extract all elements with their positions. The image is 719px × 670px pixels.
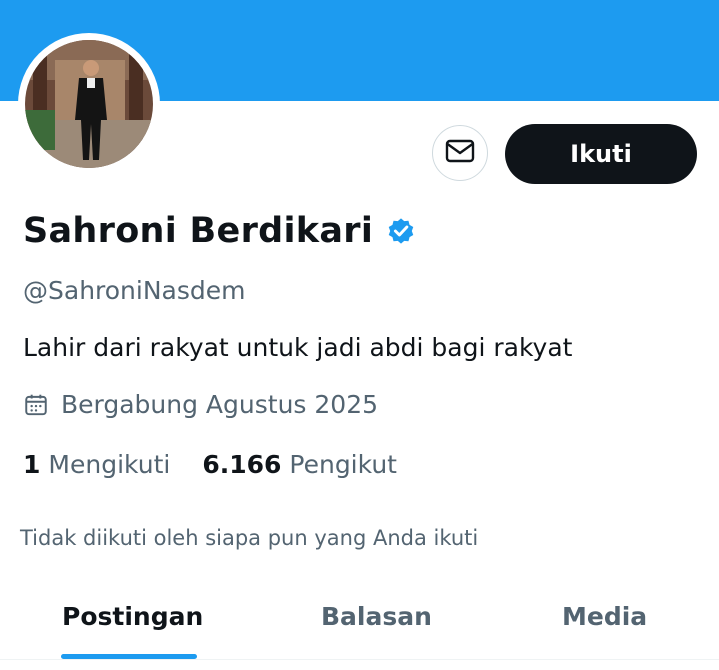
profile-bio: Lahir dari rakyat untuk jadi abdi bagi r… [23, 333, 573, 362]
tab-media[interactable]: Media [562, 602, 647, 631]
user-handle: @SahroniNasdem [23, 276, 246, 305]
following-count: 1 [23, 450, 41, 479]
join-date-text: Bergabung Agustus 2025 [61, 390, 379, 419]
tab-replies[interactable]: Balasan [321, 602, 432, 631]
mutual-followers-text: Tidak diikuti oleh siapa pun yang Anda i… [20, 526, 479, 550]
followers-label: Pengikut [289, 450, 397, 479]
following-label: Mengikuti [48, 450, 171, 479]
follow-button-label: Ikuti [570, 140, 632, 168]
tab-divider [0, 659, 719, 660]
follow-button[interactable]: Ikuti [505, 124, 697, 184]
message-button[interactable] [432, 125, 488, 181]
followers-link[interactable]: 6.166 Pengikut [202, 450, 397, 479]
verified-badge-icon[interactable] [385, 215, 417, 247]
followers-count: 6.166 [202, 450, 282, 479]
avatar-container [18, 33, 160, 175]
display-name: Sahroni Berdikari [23, 211, 374, 251]
follow-stats: 1 Mengikuti 6.166 Pengikut [23, 450, 397, 479]
name-row: Sahroni Berdikari [23, 206, 417, 256]
avatar[interactable] [25, 40, 153, 168]
calendar-icon [23, 392, 49, 418]
profile-tabs: Postingan Balasan Media [0, 588, 719, 670]
envelope-icon [445, 139, 475, 167]
join-date: Bergabung Agustus 2025 [23, 390, 378, 419]
following-link[interactable]: 1 Mengikuti [23, 450, 170, 479]
tab-posts[interactable]: Postingan [62, 602, 203, 631]
